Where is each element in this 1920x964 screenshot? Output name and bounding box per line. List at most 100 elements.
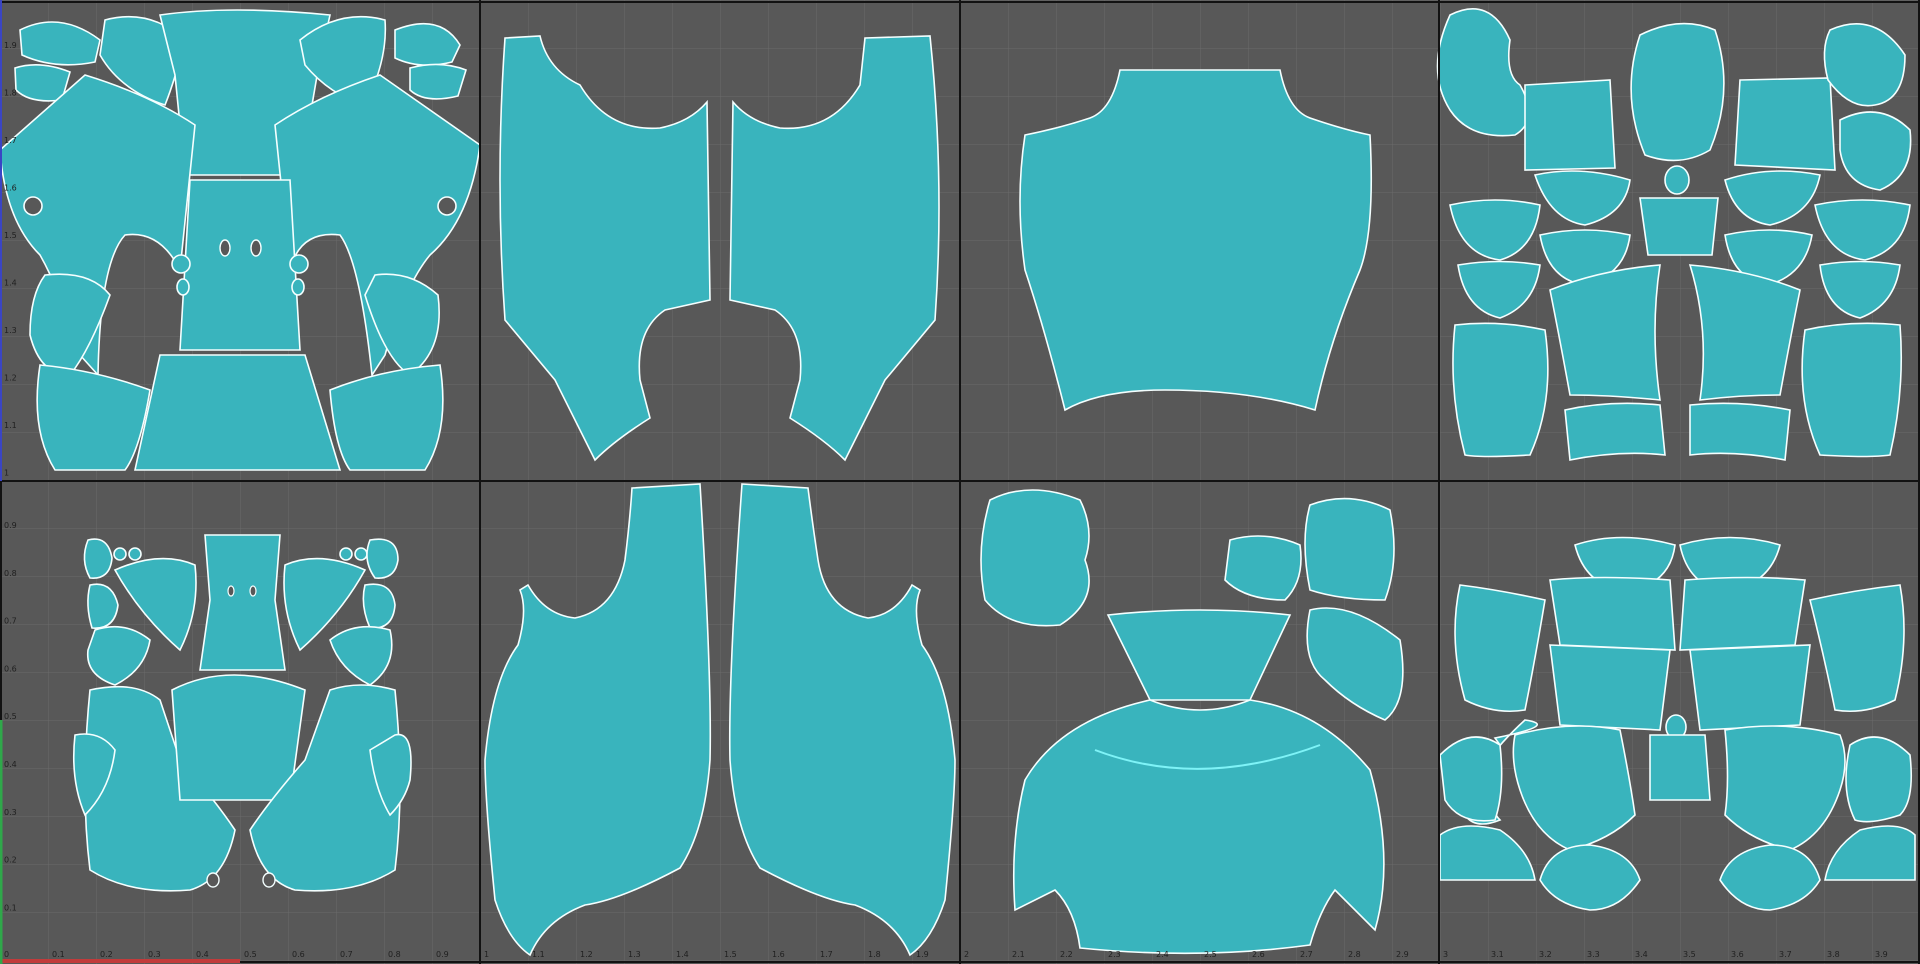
u-tick-label: 3.5: [1683, 950, 1696, 959]
uv-shell: [171, 674, 306, 801]
uv-hole: [262, 872, 276, 888]
u-tick-label: 1.4: [676, 950, 689, 959]
v-tick-label: 1: [4, 469, 9, 478]
v-tick-label: 1.2: [4, 374, 17, 383]
uv-shell: [1304, 497, 1395, 601]
u-tick-label: 2.5: [1204, 950, 1217, 959]
u-tick-label: 3.7: [1779, 950, 1792, 959]
u-tick-label: 0.4: [196, 950, 209, 959]
uv-shell: [1649, 734, 1711, 801]
v-tick-label: 0.4: [4, 760, 17, 769]
uv-editor-viewport[interactable]: 0 0.1 0.2 0.3 0.4 0.5 0.6 0.7 0.8 0.9 1 1.1 1.2 1.3 1.…: [0, 0, 1920, 964]
uv-shell: [1639, 197, 1719, 256]
u-tick-label: 3.8: [1827, 950, 1840, 959]
uv-shell: [1549, 576, 1676, 651]
uv-shell: [289, 254, 309, 274]
uv-hole: [23, 196, 43, 216]
u-tick-label: 2: [964, 950, 969, 959]
v-tick-label: 1.4: [4, 279, 17, 288]
u-tick-label: 3.1: [1491, 950, 1504, 959]
u-tick-label: 2.3: [1108, 950, 1121, 959]
v-tick-label: 1.8: [4, 89, 17, 98]
uv-shell: [1564, 402, 1666, 461]
uv-hole: [219, 239, 231, 257]
uv-shell: [113, 547, 127, 561]
uv-hole: [437, 196, 457, 216]
uv-shell: [1549, 264, 1661, 401]
uv-hole: [249, 585, 257, 597]
uv-shell: [83, 538, 113, 579]
uv-shell: [1801, 322, 1903, 458]
u-tick-label: 1.3: [628, 950, 641, 959]
u-tick-label: 2.2: [1060, 950, 1073, 959]
uv-hole: [227, 585, 235, 597]
v-tick-label: 0.9: [4, 521, 17, 530]
u-tick-label: 2.9: [1396, 950, 1409, 959]
u-tick-label: 0.3: [148, 950, 161, 959]
uv-shell: [980, 489, 1090, 627]
u-tick-label: 0.9: [436, 950, 449, 959]
uv-shell: [1452, 322, 1549, 458]
v-tick-label: 1.3: [4, 326, 17, 335]
u-tick-label: 1.1: [532, 950, 545, 959]
u-tick-label: 0.6: [292, 950, 305, 959]
uv-shell: [1845, 736, 1913, 823]
uv-shell: [354, 547, 368, 561]
uv-shell: [1689, 644, 1811, 731]
uv-shell: [291, 278, 305, 296]
uv-shell: [1630, 22, 1725, 162]
v-tick-label: 1.1: [4, 421, 17, 430]
u-tick-label: 3: [1443, 950, 1448, 959]
uv-shell: [128, 547, 142, 561]
uv-shell: [199, 534, 286, 671]
u-tick-label: 1.5: [724, 950, 737, 959]
v-tick-label: 0.6: [4, 664, 17, 673]
v-tick-label: 0.2: [4, 856, 17, 865]
u-tick-label: 1: [484, 950, 489, 959]
u-tick-label: 1.8: [868, 950, 881, 959]
uv-shell: [339, 547, 353, 561]
uv-shell: [1734, 77, 1836, 171]
v-tick-label: 1.9: [4, 41, 17, 50]
u-tick-label: 0.5: [244, 950, 257, 959]
u-tick-label: 2.6: [1252, 950, 1265, 959]
u-tick-label: 0.1: [52, 950, 65, 959]
v-tick-label: 0.8: [4, 569, 17, 578]
u-tick-label: 2.4: [1156, 950, 1169, 959]
uv-shell: [1524, 79, 1616, 171]
u-tick-label: 1.7: [820, 950, 833, 959]
u-tick-label: 3.2: [1539, 950, 1552, 959]
u-tick-label: 2.1: [1012, 950, 1025, 959]
uv-shell: [366, 538, 399, 579]
uv-shell: [134, 354, 342, 471]
uv-hole: [206, 872, 220, 888]
v-tick-label: 0.1: [4, 903, 17, 912]
uv-shell: [1549, 644, 1671, 731]
u-tick-label: 3.3: [1587, 950, 1600, 959]
uv-shell: [179, 179, 301, 351]
u-tick-label: 1.9: [916, 950, 929, 959]
v-tick-label: 0.3: [4, 808, 17, 817]
u-tick-label: 2.7: [1300, 950, 1313, 959]
uv-shell: [1664, 165, 1690, 195]
v-tick-label: 1.6: [4, 184, 17, 193]
u-tick-label: 1.6: [772, 950, 785, 959]
uv-shell: [171, 254, 191, 274]
u-tick-label: 0.2: [100, 950, 113, 959]
uv-shell: [409, 63, 467, 100]
u-tick-label: 3.9: [1875, 950, 1888, 959]
uv-shell: [362, 583, 396, 629]
u-tick-label: 3.4: [1635, 950, 1648, 959]
u-tick-label: 0: [4, 950, 9, 959]
u-tick-label: 0.7: [340, 950, 353, 959]
uv-layout-canvas[interactable]: 0 0.1 0.2 0.3 0.4 0.5 0.6 0.7 0.8 0.9 1 1.1 1.2 1.3 1.…: [0, 0, 1920, 964]
v-tick-label: 0.7: [4, 617, 17, 626]
u-tick-label: 2.8: [1348, 950, 1361, 959]
uv-hole: [250, 239, 262, 257]
u-tick-label: 0.8: [388, 950, 401, 959]
uv-shell: [1689, 402, 1791, 461]
u-tick-label: 3.6: [1731, 950, 1744, 959]
uv-shell: [1688, 264, 1801, 401]
v-tick-label: 0.5: [4, 712, 17, 721]
v-tick-label: 1.7: [4, 136, 17, 145]
